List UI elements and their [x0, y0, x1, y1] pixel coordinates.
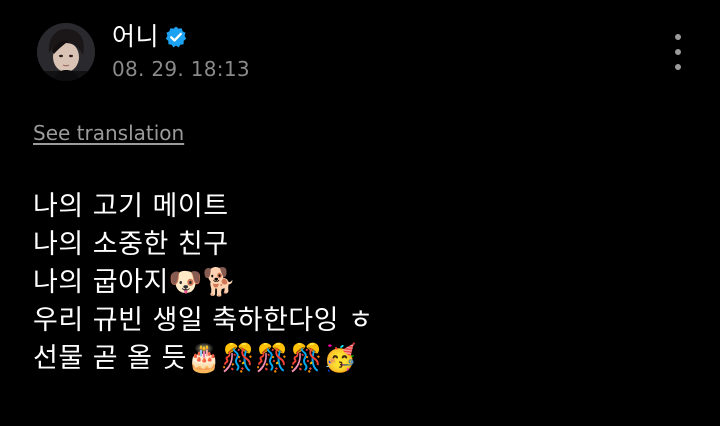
more-options-button[interactable]: [664, 30, 692, 74]
author-row: 어니: [112, 20, 188, 54]
more-vertical-icon-dot: [675, 49, 681, 55]
avatar-image: [37, 23, 95, 81]
author-name[interactable]: 어니: [112, 20, 159, 54]
more-vertical-icon: [675, 34, 681, 40]
post-line: 나의 굽아지🐶🐕: [33, 267, 238, 298]
more-vertical-icon-dot: [675, 64, 681, 70]
post-line: 나의 소중한 친구: [33, 229, 229, 260]
verified-badge-icon: [164, 25, 188, 49]
see-translation-link[interactable]: See translation: [33, 119, 184, 147]
avatar[interactable]: [37, 23, 95, 81]
post-line: 나의 고기 메이트: [33, 191, 229, 222]
post-line: 선물 곧 올 듯🎂🎊🎊🎊🥳: [33, 343, 358, 374]
post-card: 어니 08. 29. 18:13 See translation 나의 고기 메…: [0, 0, 720, 426]
post-body: 나의 고기 메이트 나의 소중한 친구 나의 굽아지🐶🐕 우리 규빈 생일 축하…: [33, 188, 693, 378]
post-timestamp: 08. 29. 18:13: [112, 57, 250, 81]
post-line: 우리 규빈 생일 축하한다잉 ㅎ: [33, 305, 374, 336]
